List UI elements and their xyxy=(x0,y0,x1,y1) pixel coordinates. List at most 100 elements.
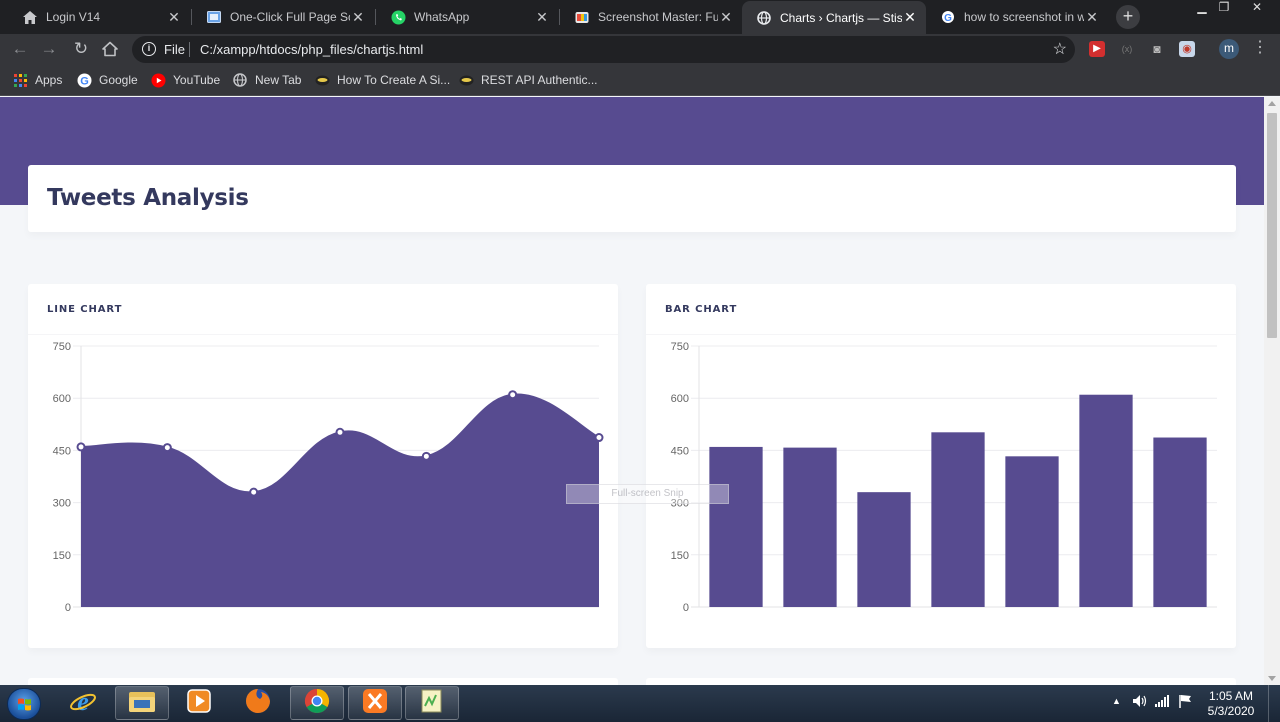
network-signal-icon[interactable] xyxy=(1155,695,1169,710)
reload-icon[interactable]: ↻ xyxy=(70,38,92,60)
vertical-scrollbar[interactable] xyxy=(1264,97,1280,685)
tab-whatsapp[interactable]: WhatsApp ✕ xyxy=(376,3,558,31)
start-button[interactable] xyxy=(7,688,41,720)
screenshot-extension-icon[interactable]: ◉ xyxy=(1179,41,1195,57)
bookmark-label: Google xyxy=(99,73,138,87)
tab-title: Login V14 xyxy=(46,10,101,24)
scroll-up-icon[interactable] xyxy=(1268,101,1276,106)
windows-taskbar: e ▲ 1:05 AM 5/3/2020 xyxy=(0,685,1280,722)
taskbar-clock[interactable]: 1:05 AM 5/3/2020 xyxy=(1198,689,1264,719)
new-tab-button[interactable]: + xyxy=(1116,5,1140,29)
firefox-icon xyxy=(244,687,272,720)
taskbar-notepad-plus-plus[interactable] xyxy=(405,686,459,720)
card-title: BAR CHART xyxy=(665,304,738,315)
browser-toolbar: ← → ↻ i File C:/xampp/htdocs/php_files/c… xyxy=(0,34,1280,64)
close-window-button[interactable]: ✕ xyxy=(1240,0,1274,16)
youtube-icon xyxy=(150,72,166,88)
tab-close-icon[interactable]: ✕ xyxy=(350,9,366,26)
url-text[interactable]: C:/xampp/htdocs/php_files/chartjs.html xyxy=(200,42,423,57)
y-tick-label: 600 xyxy=(53,393,71,405)
svg-text:G: G xyxy=(80,75,89,87)
bookmark-how-to-create[interactable]: How To Create A Si... xyxy=(314,72,450,88)
address-bar[interactable]: i File C:/xampp/htdocs/php_files/chartjs… xyxy=(132,36,1075,63)
menu-dots-icon[interactable]: ⋮ xyxy=(1252,38,1268,58)
next-card-top xyxy=(28,678,618,685)
scroll-down-icon[interactable] xyxy=(1268,676,1276,681)
area-fill xyxy=(81,394,599,607)
bar xyxy=(1079,394,1133,607)
bookmark-new-tab[interactable]: New Tab xyxy=(232,72,301,88)
taskbar-chrome[interactable] xyxy=(290,686,344,720)
tab-close-icon[interactable]: ✕ xyxy=(902,9,918,26)
tab-strip: Login V14 ✕ One-Click Full Page Scre ✕ W… xyxy=(0,0,1280,34)
snip-overlay-label: Full-screen Snip xyxy=(566,484,729,504)
bookmark-apps[interactable]: Apps xyxy=(12,72,62,88)
tab-title: Charts › Chartjs — Stisla xyxy=(780,10,902,25)
restore-button[interactable]: ❐ xyxy=(1211,0,1237,16)
notepad-plus-icon xyxy=(419,688,445,719)
bookmark-star-icon[interactable]: ☆ xyxy=(1053,39,1067,59)
taskbar-xampp[interactable] xyxy=(348,686,402,720)
tab-charts-stisla[interactable]: Charts › Chartjs — Stisla ✕ xyxy=(742,1,926,34)
bookmarks-bar: Apps G Google YouTube New Tab How To Cre… xyxy=(0,64,1280,96)
card-title: LINE CHART xyxy=(47,304,123,315)
bar xyxy=(1153,437,1207,607)
tab-close-icon[interactable]: ✕ xyxy=(1084,9,1100,26)
home-button-icon[interactable] xyxy=(99,38,121,60)
forward-arrow-icon[interactable]: → xyxy=(38,38,60,60)
bookmark-site-icon xyxy=(314,72,330,88)
data-point xyxy=(594,433,604,443)
bar-chart-card: BAR CHART 0 150 300 450 600 750 xyxy=(646,284,1236,648)
data-point xyxy=(249,487,259,497)
taskbar-file-explorer[interactable] xyxy=(115,686,169,720)
bar-chart: 0150300450600750 xyxy=(671,341,1217,614)
taskbar-media-player[interactable] xyxy=(172,686,226,720)
site-info-icon[interactable]: i xyxy=(142,42,156,56)
extension-video-icon[interactable]: ▶ xyxy=(1089,41,1105,57)
tab-one-click-screenshot[interactable]: One-Click Full Page Scre ✕ xyxy=(192,3,374,31)
bookmark-site-icon xyxy=(458,72,474,88)
whatsapp-icon xyxy=(390,9,406,25)
profile-avatar[interactable]: m xyxy=(1219,39,1239,59)
tab-close-icon[interactable]: ✕ xyxy=(534,9,550,26)
bookmark-label: Apps xyxy=(35,73,63,87)
camera-extension-icon[interactable]: ◙ xyxy=(1149,41,1165,57)
tab-how-to-screenshot[interactable]: G how to screenshot in win ✕ xyxy=(926,3,1108,31)
y-tick-label: 0 xyxy=(683,602,689,614)
apps-grid-icon xyxy=(12,72,28,88)
scroll-thumb[interactable] xyxy=(1267,113,1277,338)
card-header: BAR CHART xyxy=(646,284,1236,335)
bookmark-youtube[interactable]: YouTube xyxy=(150,72,220,88)
tray-expand-icon[interactable]: ▲ xyxy=(1112,696,1121,706)
action-center-flag-icon[interactable] xyxy=(1178,694,1192,711)
media-player-icon xyxy=(186,688,212,719)
folder-icon xyxy=(128,689,156,718)
tab-login[interactable]: Login V14 ✕ xyxy=(8,3,190,31)
bar xyxy=(931,432,985,607)
tab-close-icon[interactable]: ✕ xyxy=(718,9,734,26)
bar xyxy=(783,447,837,607)
y-tick-label: 150 xyxy=(671,550,689,562)
tab-title: Screenshot Master: Full P xyxy=(598,10,718,24)
volume-icon[interactable] xyxy=(1132,694,1148,711)
google-icon: G xyxy=(76,72,92,88)
extension-muted-icon[interactable]: (x) xyxy=(1119,41,1135,57)
data-point xyxy=(162,443,172,453)
page-screenshot-icon xyxy=(206,9,222,25)
bar xyxy=(709,446,763,607)
tab-close-icon[interactable]: ✕ xyxy=(166,9,182,26)
taskbar-internet-explorer[interactable]: e xyxy=(56,686,110,720)
back-arrow-icon[interactable]: ← xyxy=(9,38,31,60)
show-desktop-button[interactable] xyxy=(1268,685,1280,722)
taskbar-firefox[interactable] xyxy=(231,686,285,720)
bookmark-google[interactable]: G Google xyxy=(76,72,138,88)
page-title: Tweets Analysis xyxy=(47,185,249,211)
bookmark-rest-api[interactable]: REST API Authentic... xyxy=(458,72,598,88)
scheme-label: File xyxy=(164,42,185,57)
data-point xyxy=(76,442,86,452)
tab-title: One-Click Full Page Scre xyxy=(230,10,350,24)
y-tick-label: 450 xyxy=(53,445,71,457)
bar xyxy=(1005,456,1059,607)
line-chart-card: LINE CHART 0 150 300 450 600 750 xyxy=(28,284,618,648)
tab-screenshot-master[interactable]: Screenshot Master: Full P ✕ xyxy=(560,3,742,31)
